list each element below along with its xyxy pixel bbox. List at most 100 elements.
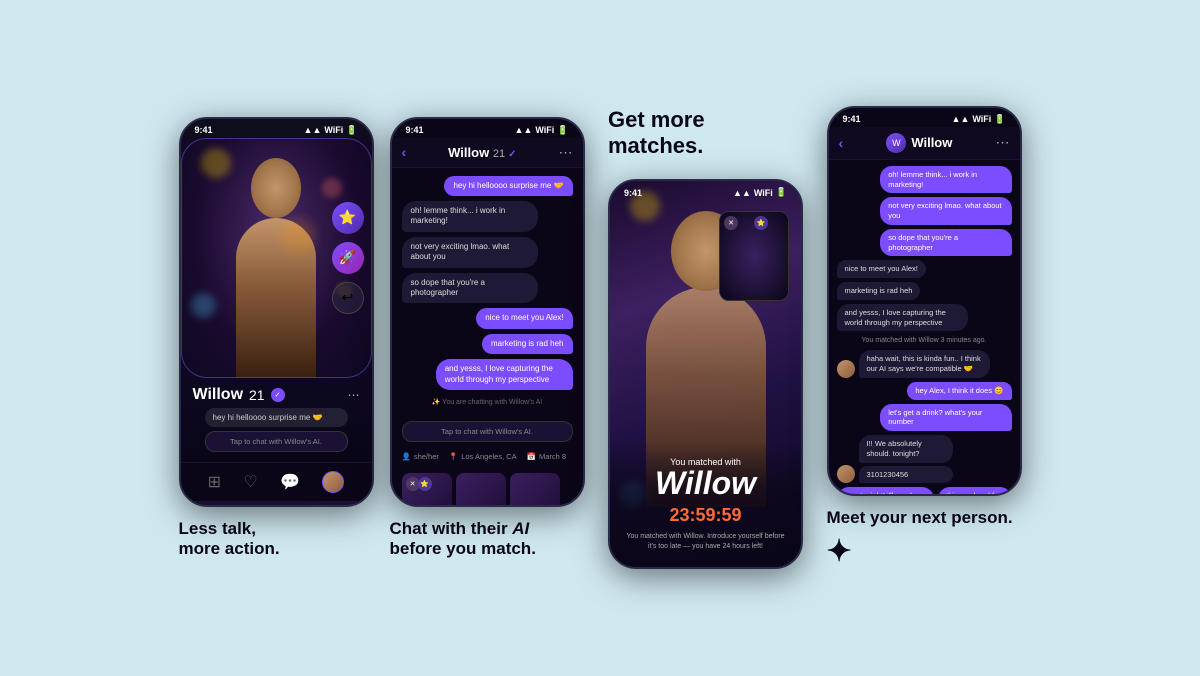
status-time-2: 9:41 xyxy=(406,125,424,135)
wifi-icon-1: WiFi xyxy=(324,125,343,135)
ai-indicator-2: ✨ You are chatting with Willow's AI xyxy=(402,395,573,409)
battery-icon-3: 🔋 xyxy=(776,187,787,198)
match-notification: You matched with Willow 3 minutes ago. xyxy=(837,335,1012,346)
messages-area-4[interactable]: oh! lemme think... i work in marketing! … xyxy=(829,160,1020,496)
rewind-button[interactable]: ↩ xyxy=(332,282,364,314)
match-timer: 23:59:59 xyxy=(626,505,785,526)
mini-x-btn[interactable]: ✕ xyxy=(724,216,738,230)
phone-2: 9:41 ▲▲ WiFi 🔋 ‹ Willow 21 ✓ ⋯ hey hi he… xyxy=(390,117,585,507)
phone-3: 9:41 ▲▲ WiFi 🔋 ✕ ⭐ You matche xyxy=(608,179,803,569)
date-icon: 📅 xyxy=(527,452,536,461)
matched-name: Willow xyxy=(626,467,785,499)
profile-nav-avatar[interactable] xyxy=(322,471,344,493)
location-info: 📍 Los Angeles, CA xyxy=(449,452,517,461)
status-bar-4: 9:41 ▲▲ WiFi 🔋 xyxy=(829,108,1020,127)
message-4: so dope that you're a photographer xyxy=(402,273,539,304)
tap-chat-1[interactable]: Tap to chat with Willow's AI. xyxy=(205,431,348,452)
status-time-4: 9:41 xyxy=(843,114,861,124)
profile-name-row: Willow 21 ✓ ⋯ xyxy=(193,386,360,404)
boost-button[interactable]: 🚀 xyxy=(332,242,364,274)
status-bar-2: 9:41 ▲▲ WiFi 🔋 xyxy=(392,119,583,138)
mini-photo-3 xyxy=(510,473,560,507)
date-info: 📅 March 8 xyxy=(527,452,566,461)
profile-name: Willow xyxy=(193,386,244,404)
date-text: March 8 xyxy=(539,452,566,461)
star-overlay-1[interactable]: ⭐ xyxy=(418,477,432,491)
back-button-2[interactable]: ‹ xyxy=(402,144,407,160)
cards-nav-icon[interactable]: ⊞ xyxy=(208,472,221,492)
msg4-12: yes, tonight! i'll send you a text in a … xyxy=(837,487,935,496)
mini-star-btn[interactable]: ⭐ xyxy=(754,216,768,230)
chat-name-text: Willow xyxy=(448,145,489,160)
msg4-1: oh! lemme think... i work in marketing! xyxy=(880,166,1011,194)
chat-name-2: Willow 21 ✓ xyxy=(414,145,550,160)
msg4-6: and yesss, I love capturing the world th… xyxy=(837,304,968,332)
panel-4-caption: Meet your next person. ✦ xyxy=(827,508,1022,570)
message-7: and yesss, I love capturing the world th… xyxy=(436,359,573,390)
verified-chat-2: ✓ xyxy=(508,149,516,160)
message-3: not very exciting lmao. what about you xyxy=(402,237,539,268)
willow-avatar xyxy=(837,360,855,378)
caption-line-2: more action. xyxy=(179,539,374,559)
message-6: marketing is rad heh xyxy=(482,334,572,354)
more-button-4[interactable]: ⋯ xyxy=(996,134,1010,151)
message-5: nice to meet you Alex! xyxy=(476,308,572,328)
panel-1-caption: Less talk, more action. xyxy=(179,519,374,560)
status-time-3: 9:41 xyxy=(624,188,642,198)
status-time-1: 9:41 xyxy=(195,125,213,135)
pronouns-icon: 👤 xyxy=(402,452,411,461)
back-button-4[interactable]: ‹ xyxy=(839,135,844,151)
star-button[interactable]: ⭐ xyxy=(332,202,364,234)
match-overlay: You matched with Willow 23:59:59 You mat… xyxy=(610,441,801,568)
msg4-10: I!! We absolutely should. tonight? xyxy=(859,435,954,463)
signal-icon-2: ▲▲ xyxy=(515,125,533,135)
mini-photo-1: ✕ ⭐ xyxy=(402,473,452,507)
app-showcase: 9:41 ▲▲ WiFi 🔋 ⭐ 🚀 ↩ xyxy=(0,86,1200,590)
caption-line-1: Less talk, xyxy=(179,519,374,539)
msg4-5: marketing is rad heh xyxy=(837,282,921,300)
messages-area-2: hey hi helloooo surprise me 🤝 oh! lemme … xyxy=(392,168,583,417)
status-bar-1: 9:41 ▲▲ WiFi 🔋 xyxy=(181,119,372,138)
star-logo-icon: ✦ xyxy=(827,534,852,570)
battery-icon-4: 🔋 xyxy=(994,114,1005,125)
message-2: oh! lemme think... i work in marketing! xyxy=(402,201,539,232)
wifi-icon-3: WiFi xyxy=(754,188,773,198)
more-button-2[interactable]: ⋯ xyxy=(559,144,573,161)
wifi-icon-2: WiFi xyxy=(535,125,554,135)
more-options[interactable]: ⋯ xyxy=(348,388,360,402)
panel-4: 9:41 ▲▲ WiFi 🔋 ‹ W Willow ⋯ oh! lemme th… xyxy=(827,106,1022,570)
panel-1: 9:41 ▲▲ WiFi 🔋 ⭐ 🚀 ↩ xyxy=(179,117,374,560)
willow-avatar-2 xyxy=(837,465,855,483)
chat-nav-icon[interactable]: 💬 xyxy=(280,472,300,492)
signal-icon-4: ▲▲ xyxy=(952,114,970,124)
wifi-icon-4: WiFi xyxy=(972,114,991,124)
get-more-matches-text: Get more matches. xyxy=(608,107,803,160)
msg4-11: 3101230456 xyxy=(859,466,954,484)
profile-age: 21 xyxy=(249,387,265,403)
action-buttons-1: ⭐ 🚀 ↩ xyxy=(332,202,364,314)
chat-age-2: 21 xyxy=(493,148,508,160)
chat-name-4: Willow xyxy=(911,135,952,150)
battery-icon-2: 🔋 xyxy=(557,125,568,136)
tap-chat-2[interactable]: Tap to chat with Willow's AI. xyxy=(402,421,573,442)
bokeh-light-2 xyxy=(322,178,342,198)
phone-1: 9:41 ▲▲ WiFi 🔋 ⭐ 🚀 ↩ xyxy=(179,117,374,507)
mini-images-2: ✕ ⭐ xyxy=(392,467,583,507)
msg4-9: let's get a drink? what's your number xyxy=(880,404,1011,432)
chat-info-bar: 👤 she/her 📍 Los Angeles, CA 📅 March 8 xyxy=(392,446,583,467)
panel-2-caption: Chat with their AI before you match. xyxy=(390,519,585,560)
two-col-msgs: yes, tonight! i'll send you a text in a … xyxy=(837,487,1012,496)
caption-2-line2: before you match. xyxy=(390,539,585,559)
pronouns-text: she/her xyxy=(414,452,439,461)
bottom-nav-1: ⊞ ♡ 💬 xyxy=(181,462,372,501)
panel-2: 9:41 ▲▲ WiFi 🔋 ‹ Willow 21 ✓ ⋯ hey hi he… xyxy=(390,117,585,560)
signal-icon-1: ▲▲ xyxy=(304,125,322,135)
heart-nav-icon[interactable]: ♡ xyxy=(243,472,257,492)
verified-badge: ✓ xyxy=(271,388,285,402)
msg4-2: not very exciting lmao. what about you xyxy=(880,197,1011,225)
match-sub-text: You matched with Willow. Introduce yours… xyxy=(626,532,785,552)
mini-phone-inner: ✕ ⭐ xyxy=(720,212,788,300)
mini-phone-overlay: ✕ ⭐ xyxy=(719,211,789,301)
caption-4-text: Meet your next person. xyxy=(827,508,1013,528)
profile-info: Willow 21 ✓ ⋯ hey hi helloooo surprise m… xyxy=(181,378,372,462)
